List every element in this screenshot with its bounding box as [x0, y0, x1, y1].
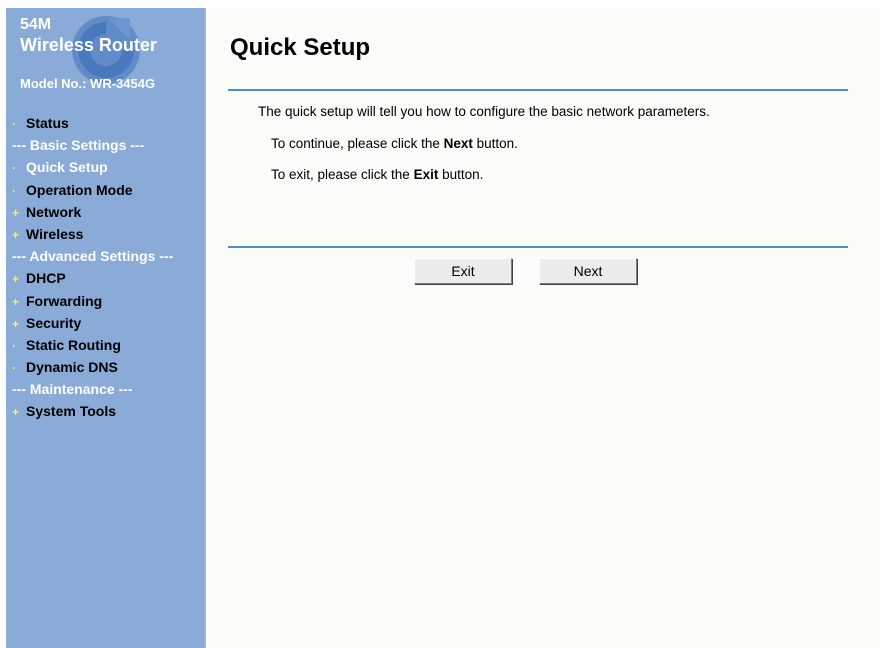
sidebar-item-0[interactable]: · Status: [6, 112, 204, 134]
expand-icon: +: [12, 272, 20, 287]
exit-bold: Exit: [413, 167, 439, 182]
main-content: Quick Setup The quick setup will tell yo…: [206, 8, 880, 648]
model-number: Model No.: WR-3454G: [20, 76, 156, 91]
sidebar-item-label: --- Basic Settings ---: [12, 137, 145, 154]
sidebar-item-5[interactable]: + Wireless: [6, 223, 204, 245]
sidebar-item-2[interactable]: · Quick Setup: [6, 156, 204, 178]
page-title: Quick Setup: [230, 34, 371, 61]
top-border: [0, 0, 886, 8]
sidebar-section-1: --- Basic Settings ---: [6, 134, 204, 156]
sidebar-item-3[interactable]: · Operation Mode: [6, 179, 204, 201]
expand-icon: +: [12, 205, 20, 220]
bullet-icon: ·: [12, 183, 16, 198]
exit-prefix: To exit, please click the: [271, 167, 414, 182]
continue-suffix: button.: [472, 136, 518, 151]
sidebar-item-label: Wireless: [26, 225, 84, 242]
bullet-icon: ·: [12, 161, 16, 176]
intro-text: The quick setup will tell you how to con…: [258, 104, 710, 119]
sidebar-item-label: --- Maintenance ---: [12, 381, 133, 398]
brand: 54M Wireless Router: [20, 16, 157, 56]
sidebar-item-label: Dynamic DNS: [26, 359, 118, 376]
sidebar: 54M Wireless Router Model No.: WR-3454G …: [6, 8, 206, 648]
expand-icon: +: [12, 316, 20, 331]
exit-text: To exit, please click the Exit button.: [271, 167, 483, 182]
bullet-icon: ·: [12, 361, 16, 376]
sidebar-item-9[interactable]: + Security: [6, 312, 204, 334]
exit-suffix: button.: [438, 167, 484, 182]
brand-name: Wireless Router: [20, 35, 157, 55]
sidebar-item-7[interactable]: + DHCP: [6, 267, 204, 289]
next-button[interactable]: Next: [539, 258, 637, 284]
expand-icon: +: [12, 405, 20, 420]
sidebar-item-label: Quick Setup: [26, 159, 108, 176]
sidebar-item-8[interactable]: + Forwarding: [6, 290, 204, 312]
sidebar-item-label: Status: [26, 115, 69, 131]
bullet-icon: ·: [12, 117, 16, 131]
sidebar-item-13[interactable]: + System Tools: [6, 400, 204, 422]
divider-top: [228, 89, 848, 91]
sidebar-item-4[interactable]: + Network: [6, 201, 204, 223]
right-border: [880, 8, 886, 648]
sidebar-menu: · Status --- Basic Settings --- · Quick Setu…: [6, 112, 204, 423]
sidebar-item-label: Forwarding: [26, 292, 103, 309]
sidebar-item-label: Static Routing: [26, 336, 121, 353]
continue-bold: Next: [443, 136, 473, 151]
sidebar-item-10[interactable]: · Static Routing: [6, 334, 204, 356]
continue-prefix: To continue, please click the: [271, 136, 444, 151]
continue-text: To continue, please click the Next butto…: [271, 136, 518, 151]
sidebar-item-label: DHCP: [26, 270, 66, 287]
sidebar-item-11[interactable]: · Dynamic DNS: [6, 356, 204, 378]
bullet-icon: ·: [12, 338, 16, 353]
sidebar-item-label: Operation Mode: [26, 181, 133, 198]
sidebar-section-12: --- Maintenance ---: [6, 378, 204, 400]
divider-bottom: [228, 246, 848, 248]
sidebar-item-label: Security: [26, 314, 82, 331]
brand-size: 54M: [20, 16, 52, 33]
expand-icon: +: [12, 227, 20, 242]
sidebar-item-label: --- Advanced Settings ---: [12, 248, 174, 265]
expand-icon: +: [12, 294, 20, 309]
sidebar-item-label: Network: [26, 203, 82, 220]
sidebar-item-label: System Tools: [26, 403, 116, 420]
exit-button[interactable]: Exit: [414, 258, 512, 284]
sidebar-section-6: --- Advanced Settings ---: [6, 245, 204, 267]
